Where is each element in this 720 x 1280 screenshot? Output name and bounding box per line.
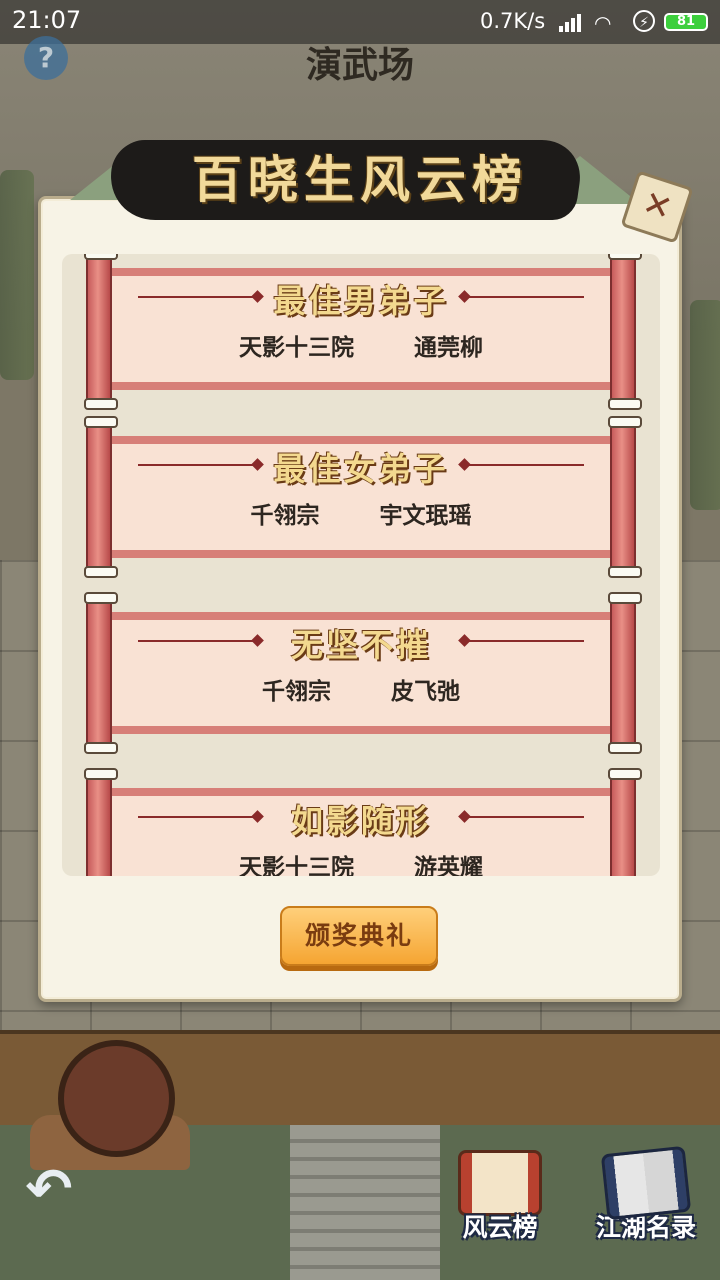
background-stairs — [290, 1125, 440, 1280]
scroll-roller — [608, 592, 642, 754]
award-winner: 千翎宗 宇文珉瑶 — [112, 496, 610, 530]
drum-icon — [58, 1040, 175, 1157]
awards-list[interactable]: 最佳男弟子 天影十三院 通莞柳 最佳女弟子 千翎宗 宇文珉瑶 无坚不摧 千翎宗 … — [62, 254, 660, 876]
winner-name: 游英耀 — [414, 855, 483, 876]
back-arrow-icon: ↶ — [25, 1157, 73, 1222]
status-time: 21:07 — [12, 6, 82, 34]
winner-sect: 千翎宗 — [250, 503, 320, 529]
wifi-icon: ◠ — [594, 11, 612, 35]
book-icon — [600, 1145, 692, 1221]
scroll-roller — [608, 254, 642, 410]
award-title: 最佳女弟子 — [273, 450, 449, 488]
award-title: 无坚不摧 — [290, 626, 431, 664]
winner-sect: 千翎宗 — [261, 679, 331, 705]
battery-indicator: 81 — [664, 13, 708, 31]
charging-icon: ⚡ — [633, 10, 655, 32]
award-winner: 天影十三院 通莞柳 — [112, 328, 610, 362]
scroll-roller — [608, 768, 642, 876]
nav-directory[interactable]: 江湖名录 — [586, 1145, 706, 1250]
winner-name: 通莞柳 — [414, 335, 483, 361]
scroll-paper: 如影随形 天影十三院 游英耀 — [112, 788, 610, 876]
award-winner: 千翎宗 皮飞弛 — [112, 672, 610, 706]
winner-name: 皮飞弛 — [391, 679, 460, 705]
winner-sect: 天影十三院 — [238, 335, 354, 361]
bamboo-plant — [690, 300, 720, 510]
award-ceremony-button[interactable]: 颁奖典礼 — [280, 906, 438, 966]
award-scroll: 最佳女弟子 千翎宗 宇文珉瑶 — [84, 416, 642, 578]
scroll-paper: 最佳男弟子 天影十三院 通莞柳 — [112, 268, 610, 390]
winner-sect: 天影十三院 — [238, 855, 354, 876]
award-scroll: 如影随形 天影十三院 游英耀 — [84, 768, 642, 876]
close-icon: ✕ — [637, 182, 678, 230]
scroll-icon — [458, 1150, 542, 1216]
scroll-roller — [84, 416, 118, 578]
winner-name: 宇文珉瑶 — [379, 503, 472, 529]
scroll-roller — [608, 416, 642, 578]
scroll-paper: 最佳女弟子 千翎宗 宇文珉瑶 — [112, 436, 610, 558]
award-scroll: 无坚不摧 千翎宗 皮飞弛 — [84, 592, 642, 754]
scroll-paper: 无坚不摧 千翎宗 皮飞弛 — [112, 612, 610, 734]
award-title: 最佳男弟子 — [273, 282, 449, 320]
award-title: 如影随形 — [290, 802, 431, 840]
back-button[interactable]: ↶ — [14, 1160, 84, 1222]
nav-leaderboard[interactable]: 风云榜 — [440, 1150, 560, 1250]
dialog-title: 百晓生风云榜 — [192, 150, 528, 209]
nav-leaderboard-label: 风云榜 — [462, 1213, 538, 1242]
network-speed: 0.7K/s — [480, 9, 546, 33]
scene-title: 演武场 — [305, 44, 414, 86]
award-winner: 天影十三院 游英耀 — [112, 848, 610, 876]
scroll-roller — [84, 592, 118, 754]
scroll-roller — [84, 768, 118, 876]
scroll-roller — [84, 254, 118, 410]
signal-icon — [559, 14, 581, 32]
award-scroll: 最佳男弟子 天影十三院 通莞柳 — [84, 254, 642, 410]
